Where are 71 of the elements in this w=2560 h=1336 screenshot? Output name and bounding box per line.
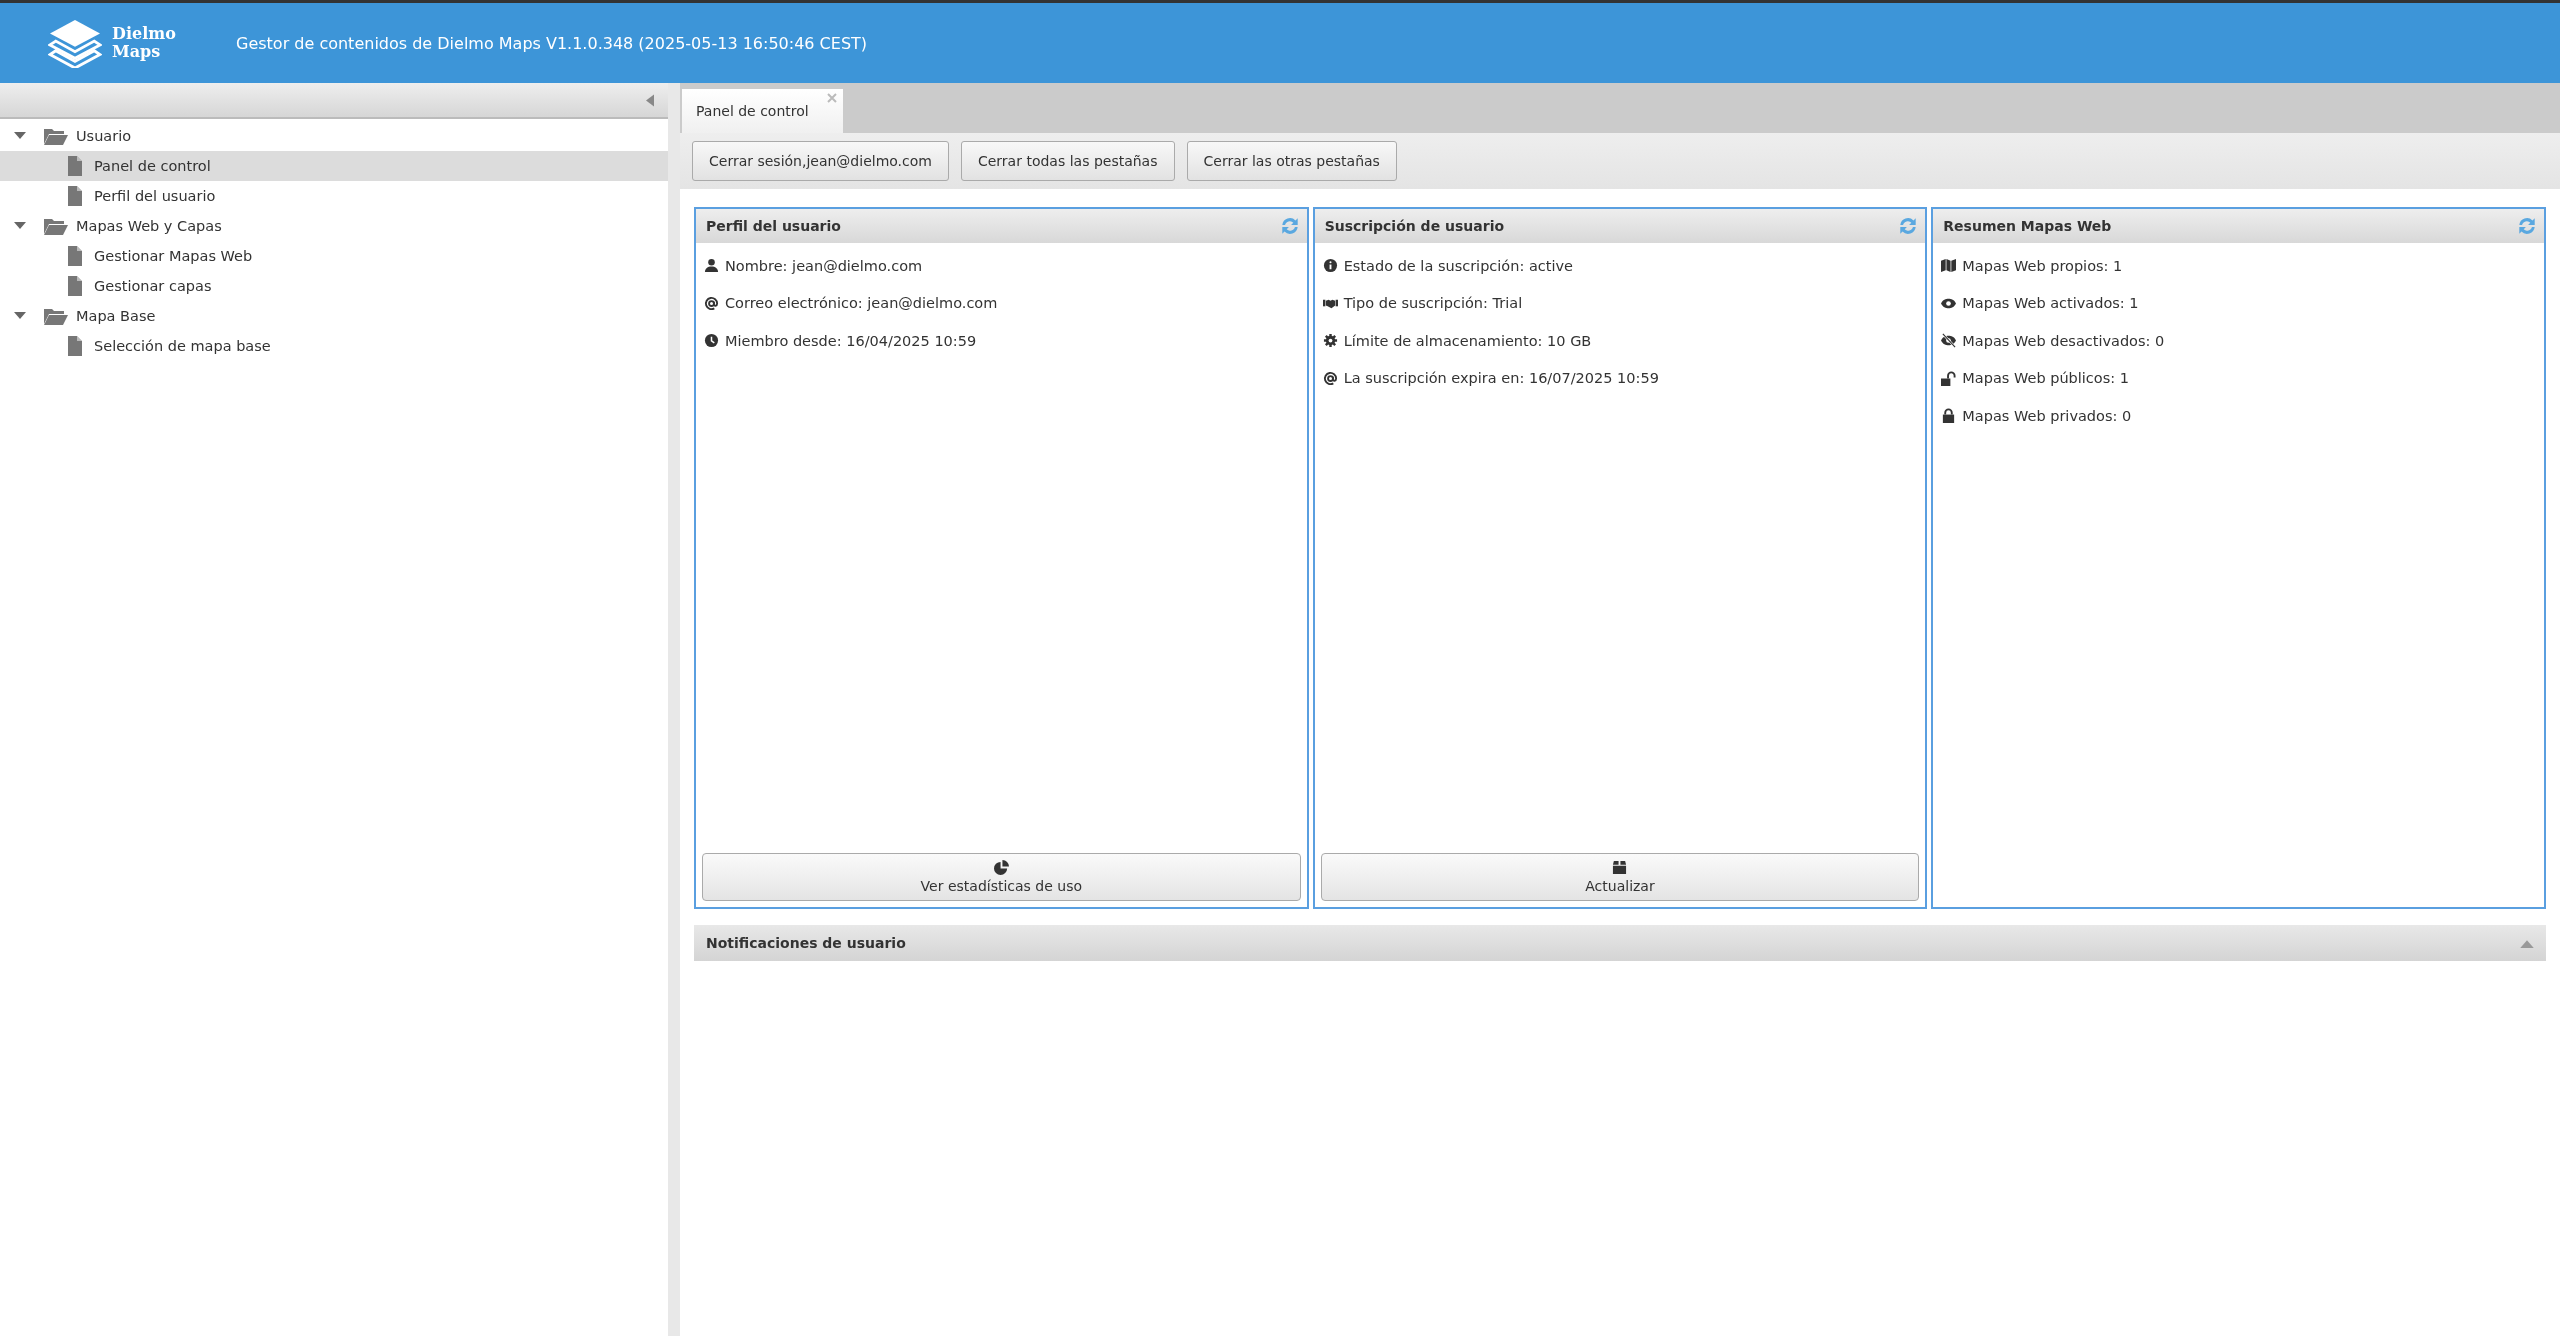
splitter-handle[interactable] [668,83,680,1336]
info-text: Estado de la suscripción: active [1343,257,1573,274]
tree-folder-item[interactable]: Usuario [0,121,668,151]
info-text: Límite de almacenamiento: 10 GB [1343,332,1592,349]
map-icon [1941,258,1957,274]
logo-text: Dielmo [112,25,176,43]
info-text: Mapas Web públicos: 1 [1962,370,2129,387]
info-text: Mapas Web privados: 0 [1962,407,2132,424]
toolbar-button[interactable]: Cerrar todas las pestañas [960,141,1175,181]
document-icon [68,276,82,296]
app-title: Gestor de contenidos de Dielmo Maps V1.1.0.348 (2025-05-13 16:50:46 CEST) [236,33,868,53]
collapse-left-icon[interactable] [646,93,654,107]
tree-item[interactable]: Perfil del usuario [0,181,668,211]
at-sign-icon [1322,370,1338,386]
panel-title: Perfil del usuario [706,218,841,234]
info-text: Mapas Web propios: 1 [1962,257,2123,274]
info-text: Mapas Web activados: 1 [1962,295,2139,312]
info-text: La suscripción expira en: 16/07/2025 10:59 [1343,370,1659,387]
tab[interactable]: Panel de control [682,89,843,133]
tree-item[interactable]: Gestionar Mapas Web [0,241,668,271]
tree-folder-item[interactable]: Mapas Web y Capas [0,211,668,241]
tree-folder-item[interactable]: Mapa Base [0,301,668,331]
collapse-up-icon[interactable] [2520,938,2534,948]
open-folder-icon [44,307,68,325]
notifications-title: Notificaciones de usuario [706,935,906,951]
tree-item-label: Selección de mapa base [94,338,271,354]
panel-title: Resumen Mapas Web [1943,218,2112,234]
logo-text: Maps [112,43,162,61]
toolbar-button[interactable]: Cerrar las otras pestañas [1186,141,1397,181]
document-icon [68,246,82,266]
tree-folder-label: Usuario [76,128,132,144]
tree-item[interactable]: Selección de mapa base [0,331,668,361]
tree-item[interactable]: Gestionar capas [0,271,668,301]
info-text: Correo electrónico: jean@dielmo.com [725,295,998,312]
stacked-layers-logo-icon [48,18,102,68]
document-icon [68,336,82,356]
tree-item[interactable]: Panel de control [0,151,668,181]
tree-item-label: Gestionar capas [94,278,212,294]
tree-folder-label: Mapas Web y Capas [76,218,222,234]
expander-icon[interactable] [14,222,26,230]
expander-icon[interactable] [14,312,26,320]
tree-item-label: Gestionar Mapas Web [94,248,253,264]
gear-icon [1322,333,1338,349]
info-text: Tipo de suscripción: Trial [1343,295,1523,312]
info-icon [1322,258,1338,274]
tab-label: Panel de control [696,103,809,119]
refresh-icon[interactable] [2516,215,2538,237]
panel-action-button[interactable]: Actualizar [1320,853,1920,901]
panel-action-button[interactable]: Ver estadísticas de uso [702,853,1301,901]
panel-title: Suscripción de usuario [1324,218,1505,234]
pie-chart-icon [993,860,1009,875]
box-icon [1612,860,1628,875]
tree-folder-label: Mapa Base [76,308,156,324]
document-icon [68,186,82,206]
hidden-eye-icon [1941,333,1957,349]
info-text: Miembro desde: 16/04/2025 10:59 [725,332,977,349]
user-icon [704,258,719,274]
toolbar-button[interactable]: Cerrar sesión,jean@dielmo.com [692,141,949,181]
open-folder-icon [44,127,68,145]
lock-icon [1941,408,1957,424]
open-folder-icon [44,217,68,235]
tree-item-label: Perfil del usuario [94,188,216,204]
tree-item-label: Panel de control [94,158,211,174]
unlock-icon [1941,370,1957,386]
info-text: Mapas Web desactivados: 0 [1962,332,2165,349]
close-icon[interactable] [826,93,837,103]
expander-icon[interactable] [14,132,26,140]
at-sign-icon [704,295,719,311]
document-icon [68,156,82,176]
info-text: Nombre: jean@dielmo.com [725,257,923,274]
clock-icon [704,333,719,349]
